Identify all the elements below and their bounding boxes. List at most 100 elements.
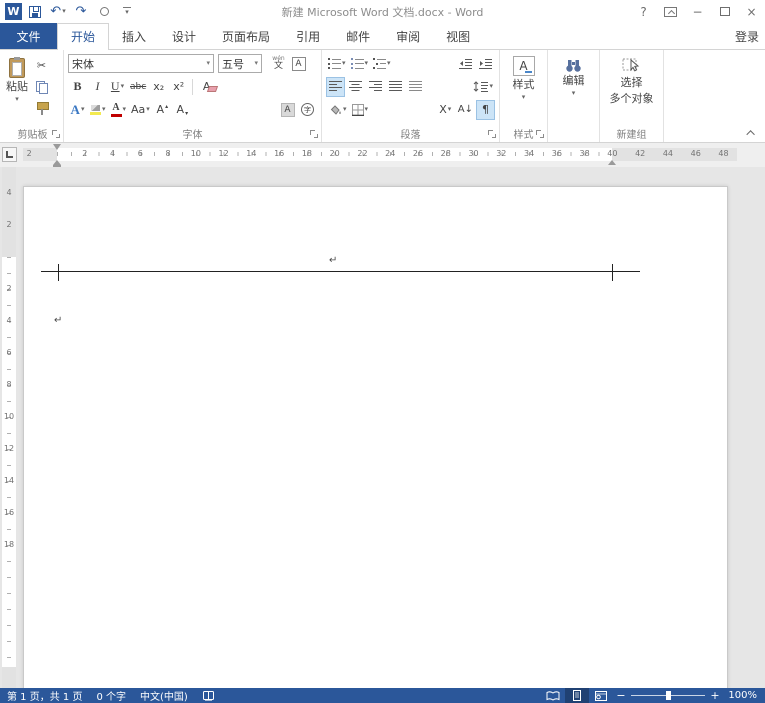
undo-button[interactable]: ↶ ▾ — [48, 2, 68, 21]
font-color-dropdown-icon[interactable]: ▾ — [123, 106, 127, 113]
font-name-select[interactable]: 宋体 ▾ — [68, 54, 214, 73]
word-count[interactable]: 0 个字 — [89, 688, 133, 703]
copy-button[interactable] — [32, 77, 51, 97]
paragraph-dialog-launcher[interactable] — [487, 129, 497, 139]
zoom-out-button[interactable]: − — [613, 689, 629, 702]
text-highlight-dropdown-icon[interactable]: ▾ — [102, 106, 106, 113]
tab-stop-selector[interactable] — [2, 147, 17, 162]
print-layout-button[interactable] — [565, 688, 589, 703]
undo-dropdown-icon[interactable]: ▾ — [62, 8, 66, 15]
sign-in-link[interactable]: 登录 — [735, 23, 765, 49]
text-effects-dropdown-icon[interactable]: ▾ — [81, 106, 85, 113]
ribbon-display-options-button[interactable] — [657, 2, 684, 22]
styles-dropdown-icon[interactable]: ▾ — [522, 94, 526, 101]
character-border-button[interactable]: A — [289, 54, 308, 74]
shading-button[interactable]: ▾ — [326, 100, 349, 120]
align-center-button[interactable] — [346, 77, 365, 97]
file-tab[interactable]: 文件 — [0, 23, 57, 49]
select-multiple-objects-button[interactable]: 选择 多个对象 — [606, 52, 658, 125]
underline-dropdown-icon[interactable]: ▾ — [121, 83, 125, 90]
zoom-in-button[interactable]: + — [707, 689, 723, 702]
clear-formatting-button[interactable]: A — [197, 77, 216, 97]
distribute-button[interactable] — [406, 77, 425, 97]
right-indent-marker[interactable] — [608, 160, 616, 165]
tab-7[interactable]: 审阅 — [383, 23, 433, 49]
zoom-slider[interactable] — [631, 688, 705, 703]
language-indicator[interactable]: 中文(中国) — [133, 688, 195, 703]
cut-button[interactable]: ✂ — [32, 55, 51, 75]
editing-button[interactable]: 编辑 ▾ — [559, 52, 589, 125]
underline-button[interactable]: U ▾ — [108, 77, 127, 97]
character-shading-button[interactable]: A — [278, 100, 297, 120]
document-area[interactable]: 4224681012141618 ↵ ↵ — [0, 167, 765, 688]
sort-button[interactable]: A↓ — [456, 100, 475, 120]
tab-2[interactable]: 插入 — [109, 23, 159, 49]
font-size-dropdown-icon[interactable]: ▾ — [254, 60, 258, 67]
page-indicator[interactable]: 第 1 页，共 1 页 — [0, 688, 89, 703]
font-name-dropdown-icon[interactable]: ▾ — [206, 60, 210, 67]
borders-button[interactable]: ▾ — [350, 100, 371, 120]
line-spacing-dropdown-icon[interactable]: ▾ — [489, 83, 493, 90]
line-spacing-button[interactable]: ▾ — [471, 77, 495, 97]
change-case-dropdown-icon[interactable]: ▾ — [146, 106, 150, 113]
read-mode-button[interactable] — [541, 688, 565, 703]
tab-3[interactable]: 设计 — [159, 23, 209, 49]
h-ruler[interactable]: 2246810121416182022242628303234363840424… — [23, 148, 737, 161]
multilevel-list-dropdown-icon[interactable]: ▾ — [387, 60, 391, 67]
align-left-button[interactable] — [326, 77, 345, 97]
zoom-level[interactable]: 100% — [723, 690, 765, 701]
maximize-button[interactable] — [711, 2, 738, 22]
decrease-indent-button[interactable] — [456, 54, 475, 74]
italic-button[interactable]: I — [88, 77, 107, 97]
proofing-status-button[interactable] — [195, 688, 222, 703]
styles-button[interactable]: A 样式 ▾ — [509, 52, 539, 125]
editing-dropdown-icon[interactable]: ▾ — [572, 90, 576, 97]
show-formatting-marks-button[interactable]: ¶ — [476, 100, 495, 120]
strikethrough-button[interactable]: abc — [128, 77, 148, 97]
v-ruler[interactable]: 4224681012141618 — [0, 167, 18, 688]
font-dialog-launcher[interactable] — [309, 129, 319, 139]
collapse-ribbon-button[interactable] — [747, 129, 757, 137]
paste-button[interactable]: 粘贴 ▾ — [2, 52, 32, 125]
tab-5[interactable]: 引用 — [283, 23, 333, 49]
phonetic-guide-button[interactable]: wén 文 — [269, 54, 288, 74]
save-button[interactable] — [25, 2, 45, 21]
text-highlight-button[interactable]: ▾ — [88, 100, 108, 120]
tab-1[interactable]: 开始 — [57, 23, 109, 50]
subscript-button[interactable]: x₂ — [149, 77, 168, 97]
word-app-icon[interactable]: W — [5, 3, 22, 20]
format-painter-button[interactable] — [32, 99, 51, 119]
zoom-slider-thumb[interactable] — [666, 691, 671, 700]
paste-dropdown-icon[interactable]: ▾ — [15, 96, 19, 103]
numbering-dropdown-icon[interactable]: ▾ — [365, 60, 369, 67]
tab-8[interactable]: 视图 — [433, 23, 483, 49]
close-button[interactable]: × — [738, 2, 765, 22]
styles-dialog-launcher[interactable] — [535, 129, 545, 139]
shading-dropdown-icon[interactable]: ▾ — [343, 106, 347, 113]
first-line-indent-marker[interactable] — [53, 144, 61, 150]
clipboard-dialog-launcher[interactable] — [51, 129, 61, 139]
asian-layout-dropdown-icon[interactable]: ▾ — [448, 106, 452, 113]
numbering-button[interactable]: ▾ — [349, 54, 371, 74]
shrink-font-button[interactable]: A ▾ — [173, 100, 192, 120]
minimize-button[interactable]: − — [684, 2, 711, 22]
document-page[interactable]: ↵ ↵ — [23, 186, 728, 688]
text-effects-button[interactable]: A ▾ — [68, 100, 87, 120]
bullets-dropdown-icon[interactable]: ▾ — [342, 60, 346, 67]
font-color-button[interactable]: A ▾ — [109, 100, 129, 120]
increase-indent-button[interactable] — [476, 54, 495, 74]
customize-qat-button[interactable]: ▾ — [117, 2, 137, 21]
grow-font-button[interactable]: A ▴ — [153, 100, 172, 120]
bold-button[interactable]: B — [68, 77, 87, 97]
justify-button[interactable] — [386, 77, 405, 97]
tab-4[interactable]: 页面布局 — [209, 23, 283, 49]
font-size-select[interactable]: 五号 ▾ — [218, 54, 262, 73]
help-button[interactable]: ? — [630, 2, 657, 22]
multilevel-list-button[interactable]: ▾ — [371, 54, 393, 74]
enclose-characters-button[interactable]: 字 — [298, 100, 317, 120]
web-layout-button[interactable] — [589, 688, 613, 703]
bullets-button[interactable]: ▾ — [326, 54, 348, 74]
borders-dropdown-icon[interactable]: ▾ — [365, 106, 369, 113]
tab-6[interactable]: 邮件 — [333, 23, 383, 49]
align-right-button[interactable] — [366, 77, 385, 97]
